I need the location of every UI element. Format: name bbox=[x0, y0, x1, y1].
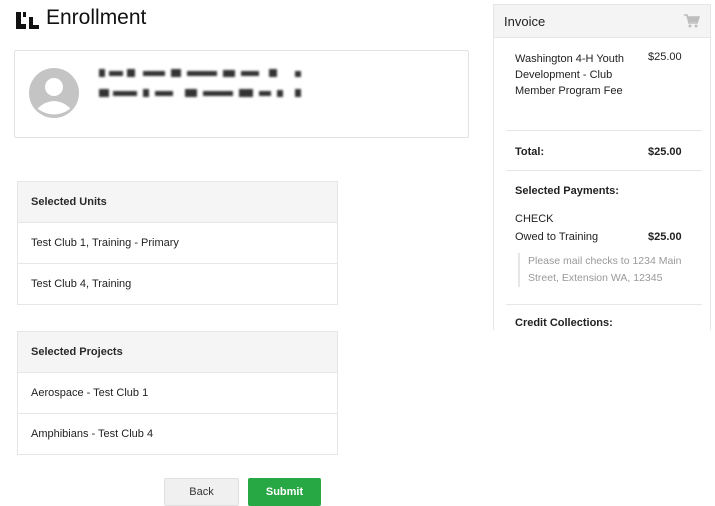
redacted-member-name bbox=[99, 69, 301, 97]
invoice-item-amount: $25.00 bbox=[648, 51, 682, 63]
member-profile-card bbox=[14, 50, 469, 138]
divider bbox=[506, 170, 702, 171]
invoice-item-description: Washington 4-H Youth Development - Club … bbox=[515, 53, 625, 97]
total-amount: $25.00 bbox=[648, 146, 682, 158]
selected-units-panel: Selected Units Test Club 1, Training - P… bbox=[17, 181, 338, 305]
brand-logo-icon bbox=[16, 12, 39, 29]
owed-label: Owed to Training bbox=[515, 231, 599, 243]
payment-method: CHECK bbox=[515, 213, 554, 225]
total-label: Total: bbox=[515, 146, 545, 158]
selected-projects-panel: Selected Projects Aerospace - Test Club … bbox=[17, 331, 338, 455]
invoice-panel: Invoice Washington 4-H Youth Development… bbox=[493, 4, 711, 330]
owed-amount: $25.00 bbox=[648, 231, 682, 243]
project-row: Amphibians - Test Club 4 bbox=[18, 413, 337, 454]
check-mailing-note: Please mail checks to 1234 Main Street, … bbox=[518, 253, 708, 287]
invoice-header: Invoice bbox=[494, 5, 710, 38]
back-button[interactable]: Back bbox=[164, 478, 239, 506]
cart-icon[interactable] bbox=[684, 14, 700, 28]
selected-projects-heading: Selected Projects bbox=[18, 332, 337, 372]
credit-collections-heading: Credit Collections: bbox=[515, 317, 613, 329]
project-row: Aerospace - Test Club 1 bbox=[18, 372, 337, 413]
user-avatar-icon bbox=[29, 68, 79, 118]
unit-row: Test Club 4, Training bbox=[18, 263, 337, 304]
page-title: Enrollment bbox=[46, 6, 147, 29]
divider bbox=[506, 304, 702, 305]
submit-button[interactable]: Submit bbox=[248, 478, 321, 506]
selected-units-heading: Selected Units bbox=[18, 182, 337, 222]
divider bbox=[506, 130, 702, 131]
selected-payments-heading: Selected Payments: bbox=[515, 185, 619, 197]
unit-row: Test Club 1, Training - Primary bbox=[18, 222, 337, 263]
invoice-title: Invoice bbox=[504, 13, 546, 29]
